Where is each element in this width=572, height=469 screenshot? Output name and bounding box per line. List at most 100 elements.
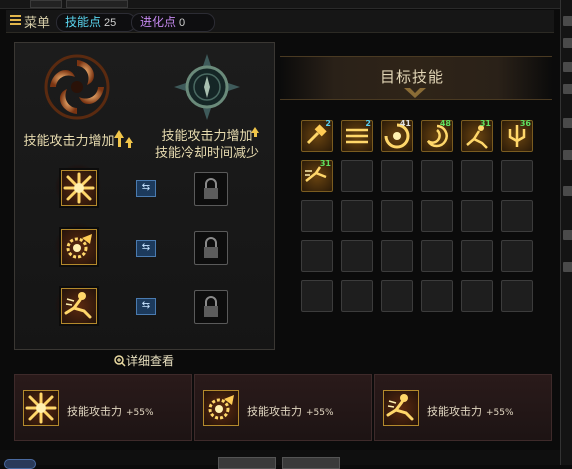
target-skill-slot[interactable]: 31: [461, 119, 493, 152]
bottom-button[interactable]: [282, 457, 340, 469]
gear-fist-skill-icon: [208, 395, 234, 420]
empty-skill-slot[interactable]: [301, 240, 333, 272]
skill-slot[interactable]: [61, 288, 97, 324]
bonus-card[interactable]: 技能攻击力 +55%: [194, 374, 372, 441]
target-skill-slot[interactable]: 41: [381, 119, 413, 152]
empty-skill-slot[interactable]: [341, 160, 373, 192]
empty-skill-slot[interactable]: [381, 240, 413, 272]
bonus-card-text: 技能攻击力 +55%: [67, 403, 154, 419]
zoom-in-icon: [114, 355, 126, 367]
skill-level-badge: 2: [325, 119, 331, 128]
empty-skill-slot[interactable]: [421, 160, 453, 192]
skill-slot[interactable]: [61, 229, 97, 265]
starburst-skill-icon: [63, 172, 95, 204]
option-left-label: 技能攻击力增加: [23, 134, 115, 149]
evo-points-label: 进化点: [140, 15, 177, 29]
empty-skill-slot[interactable]: [341, 280, 373, 312]
arrow-stem: [253, 133, 257, 137]
option-right-label-line1: 技能攻击力增加: [161, 129, 253, 144]
empty-skill-slot[interactable]: [461, 280, 493, 312]
empty-skill-slot[interactable]: [301, 200, 333, 232]
bonus-card-label: 技能攻击力: [247, 405, 302, 418]
edge-glyph: [563, 62, 572, 72]
empty-skill-slot[interactable]: [381, 280, 413, 312]
empty-skill-slot[interactable]: [461, 200, 493, 232]
bottom-bar: [0, 450, 560, 465]
target-skill-slot[interactable]: 36: [501, 119, 533, 152]
top-tab[interactable]: [66, 0, 128, 8]
arrow-stem: [127, 143, 131, 148]
empty-skill-slot[interactable]: [421, 240, 453, 272]
arrow-up-icon: [114, 130, 124, 138]
top-tab-strip: [0, 0, 560, 9]
empty-skill-slot[interactable]: [461, 160, 493, 192]
bonus-card-icon: [383, 390, 419, 426]
target-skills-title: 目标技能: [380, 68, 445, 86]
right-edge-panel: [560, 0, 572, 465]
bonus-card-text: 技能攻击力 +55%: [247, 403, 334, 419]
starburst-skill-icon: [25, 392, 57, 424]
skill-points-label: 技能点: [65, 15, 102, 29]
skill-slot[interactable]: [61, 170, 97, 206]
edge-glyph: [563, 230, 572, 240]
target-skill-slot[interactable]: 31: [301, 159, 333, 192]
bonus-card-value: +55%: [126, 408, 154, 418]
target-skill-slot[interactable]: 2: [301, 119, 333, 152]
swap-button[interactable]: ⇆: [136, 240, 156, 257]
empty-skill-slot[interactable]: [341, 200, 373, 232]
edge-glyph: [563, 262, 572, 272]
banner-ornament-icon: [404, 88, 426, 98]
bonus-card-text: 技能攻击力 +55%: [427, 403, 514, 419]
empty-skill-slot[interactable]: [301, 280, 333, 312]
lock-icon: [204, 237, 218, 258]
skill-level-badge: 48: [439, 119, 451, 128]
empty-skill-slot[interactable]: [381, 200, 413, 232]
arrow-stem: [117, 138, 121, 147]
top-tab[interactable]: [30, 0, 62, 8]
bonus-card[interactable]: 技能攻击力 +55%: [14, 374, 192, 441]
bonus-card-value: +55%: [486, 408, 514, 418]
bonus-card-label: 技能攻击力: [67, 405, 122, 418]
empty-skill-slot[interactable]: [501, 240, 533, 272]
toggle-switch[interactable]: [4, 459, 36, 469]
menu-label[interactable]: 菜单: [24, 12, 50, 31]
evo-points-badge: 进化点 0: [131, 13, 215, 32]
target-skill-slot[interactable]: 48: [421, 119, 453, 152]
menu-icon[interactable]: [10, 15, 21, 26]
option-right-label: 技能攻击力增加 技能冷却时间减少: [148, 128, 266, 162]
bonus-card-icon: [203, 390, 239, 426]
swap-button[interactable]: ⇆: [136, 298, 156, 315]
empty-skill-slot[interactable]: [501, 200, 533, 232]
edge-glyph: [563, 38, 572, 48]
locked-slot: [194, 231, 228, 265]
empty-skill-slot[interactable]: [461, 240, 493, 272]
skill-level-badge: 36: [519, 119, 531, 128]
skill-points-badge: 技能点 25: [56, 13, 136, 32]
bonus-card[interactable]: 技能攻击力 +55%: [374, 374, 552, 441]
bonus-card-icon: [23, 390, 59, 426]
empty-skill-slot[interactable]: [381, 160, 413, 192]
edge-glyph: [563, 186, 572, 196]
lock-icon: [204, 296, 218, 317]
skill-points-value: 25: [104, 17, 117, 29]
detail-view-link[interactable]: 详细查看: [114, 352, 174, 369]
skill-level-badge: 41: [399, 119, 411, 128]
empty-skill-slot[interactable]: [501, 280, 533, 312]
locked-slot: [194, 290, 228, 324]
swirl-emblem-icon: [44, 54, 110, 120]
compass-emblem-icon: [174, 54, 240, 120]
target-skill-slot[interactable]: 2: [341, 119, 373, 152]
empty-skill-slot[interactable]: [421, 200, 453, 232]
bottom-button[interactable]: [218, 457, 276, 469]
kick-skill-icon: [64, 292, 92, 319]
edge-glyph: [563, 118, 572, 128]
swap-button[interactable]: ⇆: [136, 180, 156, 197]
empty-skill-slot[interactable]: [421, 280, 453, 312]
locked-slot: [194, 172, 228, 206]
bonus-card-value: +55%: [306, 408, 334, 418]
option-right-label-line2: 技能冷却时间减少: [154, 146, 259, 161]
edge-glyph: [563, 16, 572, 26]
empty-skill-slot[interactable]: [341, 240, 373, 272]
lock-icon: [204, 178, 218, 199]
empty-skill-slot[interactable]: [501, 160, 533, 192]
